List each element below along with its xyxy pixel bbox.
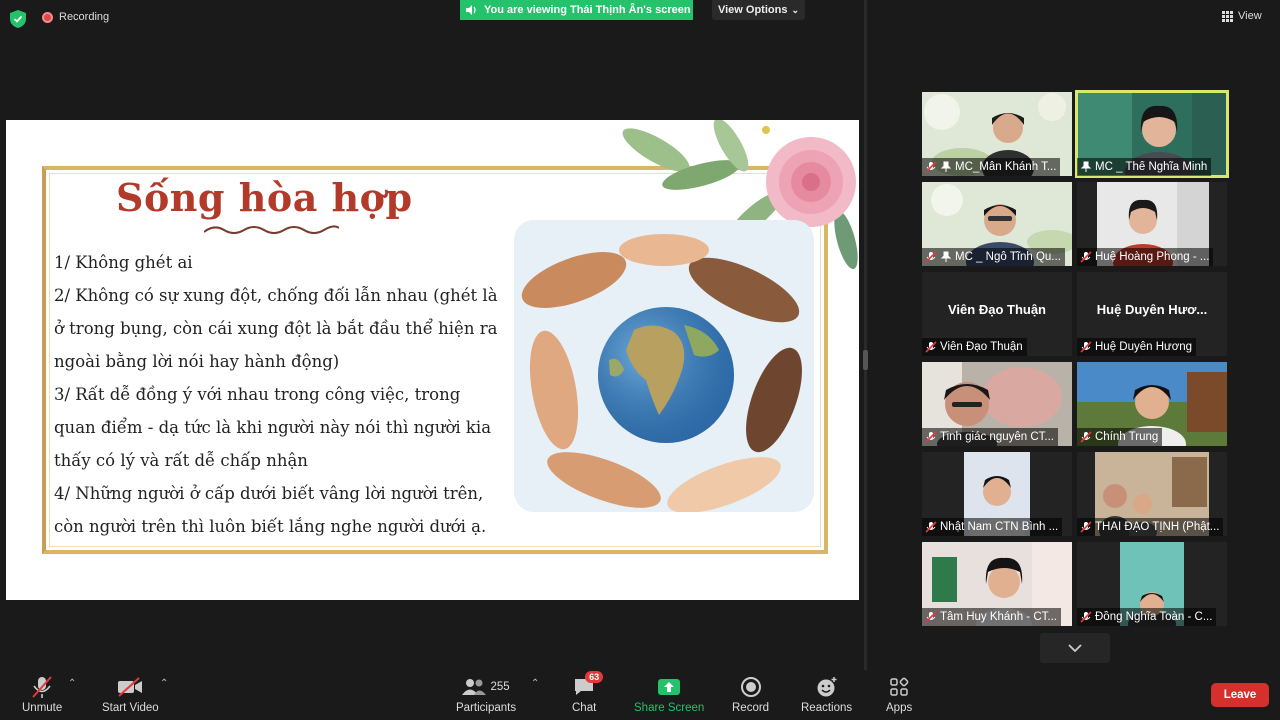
slide-line: ngoài bằng lời nói hay hành động) — [54, 352, 340, 371]
viewing-screen-banner: You are viewing Thái Thịnh Ân's screen — [460, 0, 693, 20]
viewing-banner-text: You are viewing Thái Thịnh Ân's screen — [484, 4, 691, 16]
slide-line: 4/ Những người ở cấp dưới biết vâng lời … — [54, 484, 484, 503]
participant-display-name: Viên Đạo Thuận — [948, 302, 1046, 317]
participant-label: Nhật Nam CTN Bình ... — [922, 518, 1063, 536]
hands-globe-image — [514, 220, 814, 512]
video-camera-off-icon — [118, 677, 143, 697]
muted-mic-icon — [925, 161, 937, 173]
apps-button[interactable]: Apps — [886, 674, 912, 714]
participant-tile[interactable]: MC_Mẫn Khánh T... — [922, 92, 1072, 176]
meeting-toolbar: Unmute ⌃ Start Video ⌃ 255 Participants … — [0, 670, 1280, 720]
participant-tile[interactable]: THÁI ĐẠO TỊNH (Phật... — [1077, 452, 1227, 536]
participant-label: THÁI ĐẠO TỊNH (Phật... — [1077, 518, 1224, 536]
share-screen-icon — [658, 679, 681, 695]
muted-mic-icon — [1080, 251, 1092, 263]
muted-mic-icon — [1080, 521, 1092, 533]
muted-mic-icon — [1080, 611, 1092, 623]
view-layout-button[interactable]: View — [1222, 10, 1262, 22]
view-label: View — [1238, 10, 1262, 22]
participant-label: Huệ Hoàng Phong - ... — [1077, 248, 1214, 266]
participant-tile[interactable]: Đồng Nghĩa Toàn - C... — [1077, 542, 1227, 626]
participant-tile-active-speaker[interactable]: MC _ Thể Nghĩa Minh — [1075, 90, 1229, 178]
share-screen-button[interactable]: Share Screen — [634, 674, 704, 714]
participant-label: Tinh giác nguyên CT... — [922, 428, 1058, 446]
participants-icon — [462, 679, 487, 695]
apps-icon — [890, 677, 909, 696]
participant-label: Viên Đạo Thuận — [922, 338, 1027, 356]
participant-tile[interactable]: Chính Trung — [1077, 362, 1227, 446]
slide-line: còn người trên thì luôn biết lắng nghe n… — [54, 517, 487, 536]
participant-tile[interactable]: Viên Đạo Thuận Viên Đạo Thuận — [922, 272, 1072, 356]
participant-tile[interactable]: MC _ Ngô Tĩnh Qu... — [922, 182, 1072, 266]
muted-mic-icon — [1080, 431, 1092, 443]
security-shield-icon[interactable] — [10, 10, 26, 28]
panel-divider[interactable] — [864, 0, 867, 670]
participants-button[interactable]: 255 Participants — [456, 674, 516, 714]
participant-label: Tâm Huy Khánh - CT... — [922, 608, 1061, 626]
participant-tile[interactable]: Tâm Huy Khánh - CT... — [922, 542, 1072, 626]
participant-label: MC _ Thể Nghĩa Minh — [1077, 158, 1212, 176]
muted-mic-icon — [925, 341, 937, 353]
slide-title: Sống hòa hợp — [116, 175, 413, 220]
record-icon — [740, 677, 761, 697]
gallery-next-page-button[interactable] — [1040, 633, 1110, 663]
chevron-down-icon — [1068, 644, 1082, 652]
shared-screen-slide: Sống hòa hợp 1/ Không ghét ai 2/ Không c… — [6, 120, 859, 600]
grid-view-icon — [1222, 10, 1233, 22]
recording-indicator[interactable]: Recording — [42, 11, 109, 23]
zoom-meeting-window: Recording You are viewing Thái Thịnh Ân'… — [0, 0, 1280, 720]
muted-mic-icon — [925, 431, 937, 443]
view-options-button[interactable]: View Options ⌄ — [712, 0, 805, 20]
microphone-muted-icon — [32, 676, 52, 698]
slide-body-text: 1/ Không ghét ai 2/ Không có sự xung đột… — [54, 246, 514, 543]
participant-label: Đồng Nghĩa Toàn - C... — [1077, 608, 1217, 626]
chat-button[interactable]: 63 Chat — [572, 671, 604, 714]
muted-mic-icon — [1080, 341, 1092, 353]
slide-line: 1/ Không ghét ai — [54, 253, 193, 272]
muted-mic-icon — [925, 521, 937, 533]
spotlight-pin-icon — [940, 251, 952, 262]
leave-meeting-button[interactable]: Leave — [1211, 683, 1269, 707]
participant-label: MC _ Ngô Tĩnh Qu... — [922, 248, 1065, 266]
participant-tile[interactable]: Nhật Nam CTN Bình ... — [922, 452, 1072, 536]
reactions-smiley-icon — [817, 677, 837, 697]
slide-line: quan điểm - dạ tức là khi người này nói … — [54, 418, 492, 437]
start-video-button[interactable]: Start Video — [102, 674, 159, 714]
participants-options-caret[interactable]: ⌃ — [531, 678, 539, 689]
participant-tile[interactable]: Huệ Duyên Hươ... Huệ Duyên Hương — [1077, 272, 1227, 356]
participant-label: Chính Trung — [1077, 428, 1163, 446]
title-underline-decoration — [204, 225, 339, 234]
panel-resize-handle[interactable] — [863, 350, 868, 370]
slide-line: ở trong bụng, còn cái xung đột là bắt đầ… — [54, 319, 498, 338]
speaker-icon — [466, 5, 476, 15]
video-options-caret[interactable]: ⌃ — [160, 678, 168, 689]
recording-dot-icon — [42, 11, 53, 23]
recording-label: Recording — [59, 11, 110, 23]
participant-tile[interactable]: Tinh giác nguyên CT... — [922, 362, 1072, 446]
muted-mic-icon — [925, 611, 937, 623]
slide-line: 2/ Không có sự xung đột, chống đối lẫn n… — [54, 286, 498, 305]
participants-count: 255 — [490, 681, 510, 693]
chevron-down-icon: ⌄ — [791, 4, 800, 15]
audio-options-caret[interactable]: ⌃ — [68, 678, 76, 689]
unmute-button[interactable]: Unmute — [22, 674, 62, 714]
participant-label: MC_Mẫn Khánh T... — [922, 158, 1061, 176]
participant-label: Huệ Duyên Hương — [1077, 338, 1197, 356]
reactions-button[interactable]: Reactions — [801, 674, 852, 714]
spotlight-pin-icon — [940, 161, 952, 172]
participant-display-name: Huệ Duyên Hươ... — [1096, 302, 1208, 317]
record-button[interactable]: Record — [732, 674, 769, 714]
slide-line: thấy có lý và rất dễ chấp nhận — [54, 451, 308, 470]
view-options-label: View Options — [717, 4, 788, 16]
chat-unread-badge: 63 — [585, 671, 604, 683]
top-bar: Recording You are viewing Thái Thịnh Ân'… — [0, 0, 1280, 38]
muted-mic-icon — [925, 251, 937, 263]
participant-tile[interactable]: Huệ Hoàng Phong - ... — [1077, 182, 1227, 266]
slide-line: 3/ Rất dễ đồng ý với nhau trong công việ… — [54, 385, 461, 404]
spotlight-pin-icon — [1080, 161, 1092, 172]
